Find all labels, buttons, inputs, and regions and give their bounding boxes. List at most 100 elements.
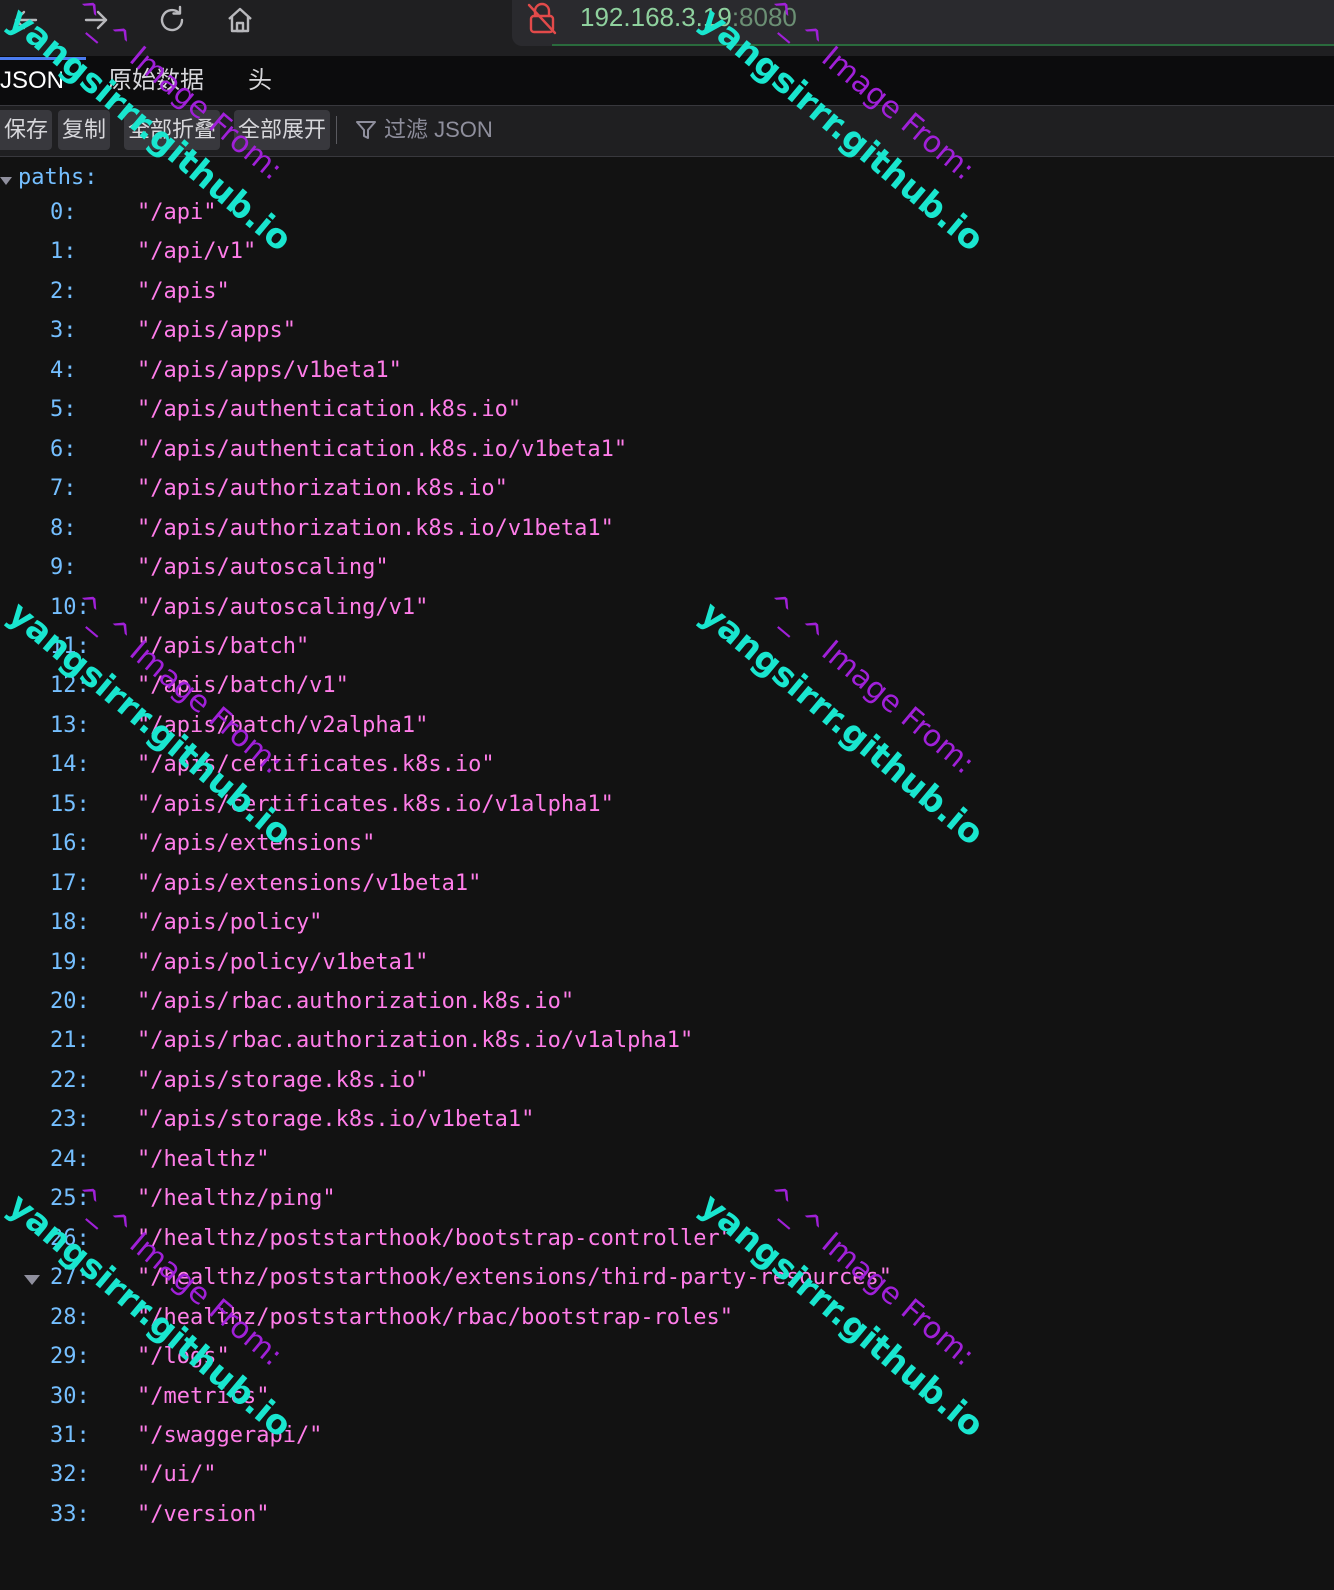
tree-row[interactable]: 1: "/api/v1"	[0, 237, 1334, 271]
tree-value: "/api"	[137, 200, 217, 225]
tree-value: "/metrics"	[137, 1383, 270, 1409]
tree-key: 18:	[50, 910, 90, 936]
tree-value: "/apis/authentication.k8s.io/v1beta1"	[137, 436, 628, 462]
tree-key: 3:	[50, 318, 77, 344]
tree-row[interactable]: 20: "/apis/rbac.authorization.k8s.io"	[0, 987, 1334, 1021]
tree-key: 1:	[50, 239, 77, 265]
tree-row[interactable]: 12: "/apis/batch/v1"	[0, 671, 1334, 705]
tree-value: "/logs"	[137, 1344, 230, 1370]
reload-icon	[160, 5, 184, 32]
tree-row[interactable]: 4: "/apis/apps/v1beta1"	[0, 356, 1334, 390]
save-button[interactable]: 保存	[0, 110, 53, 150]
tree-row[interactable]: 24: "/healthz"	[0, 1145, 1334, 1179]
tree-row[interactable]: 18: "/apis/policy"	[0, 908, 1334, 942]
address-bar[interactable]: 192.168.3.19:8080	[512, 0, 1334, 46]
tree-value: "/apis/authorization.k8s.io"	[137, 476, 508, 502]
tree-key: 16:	[50, 831, 90, 857]
forward-button[interactable]	[70, 0, 122, 40]
tree-row[interactable]: 10: "/apis/autoscaling/v1"	[0, 593, 1334, 627]
tree-key: 27:	[50, 1265, 90, 1291]
tree-key: 29:	[50, 1344, 90, 1370]
tree-key: 11:	[50, 633, 90, 659]
filter-json-input[interactable]	[384, 117, 984, 143]
tree-row[interactable]: 6: "/apis/authentication.k8s.io/v1beta1"	[0, 435, 1334, 469]
tree-value: "/apis/policy"	[137, 910, 323, 936]
tree-key: 15:	[50, 791, 90, 817]
tree-value: "/apis/certificates.k8s.io"	[137, 752, 495, 778]
expand-toggle-icon[interactable]	[0, 177, 12, 185]
tree-value: "/apis"	[137, 278, 230, 304]
tree-value: "/apis/storage.k8s.io/v1beta1"	[137, 1107, 535, 1133]
tree-row[interactable]: 19: "/apis/policy/v1beta1"	[0, 948, 1334, 982]
tree-value: "/apis/extensions/v1beta1"	[137, 870, 482, 896]
tree-row[interactable]: 29: "/logs"	[0, 1342, 1334, 1376]
tree-row[interactable]: 11: "/apis/batch"	[0, 632, 1334, 666]
tree-value: "/apis/certificates.k8s.io/v1alpha1"	[137, 791, 614, 817]
tree-row[interactable]: 15: "/apis/certificates.k8s.io/v1alpha1"	[0, 790, 1334, 824]
tree-row[interactable]: 16: "/apis/extensions"	[0, 829, 1334, 863]
tree-value: "/apis/authentication.k8s.io"	[137, 397, 522, 423]
tree-row[interactable]: 26: "/healthz/poststarthook/bootstrap-con…	[0, 1224, 1334, 1258]
expand-all-button[interactable]: 全部展开	[234, 110, 331, 150]
tree-value: "/healthz/ping"	[137, 1186, 336, 1212]
tree-key: 9:	[50, 555, 77, 581]
tree-row[interactable]: 17: "/apis/extensions/v1beta1"	[0, 869, 1334, 903]
viewer-tabs: JSON 原始数据 头	[0, 57, 1334, 106]
tree-row[interactable]: 28: "/healthz/poststarthook/rbac/bootstra…	[0, 1303, 1334, 1337]
browser-page: 192.168.3.19:8080 JSON 原始数据 头 保存 复制 全部折叠…	[0, 0, 1334, 1590]
tree-row[interactable]: 0: "/api"	[0, 198, 1334, 232]
tree-value: "/apis/apps/v1beta1"	[137, 357, 402, 383]
tree-key: 28:	[50, 1304, 90, 1330]
home-icon	[228, 7, 252, 33]
tree-row[interactable]: 2: "/apis"	[0, 277, 1334, 311]
tree-key: 25:	[50, 1186, 90, 1212]
tab-raw-data[interactable]: 原始数据	[108, 57, 204, 105]
tree-value: "/apis/extensions"	[137, 831, 376, 857]
tree-row[interactable]: 25: "/healthz/ping"	[0, 1184, 1334, 1218]
tree-value: "/swaggerapi/"	[137, 1422, 323, 1448]
tree-row[interactable]: 7: "/apis/authorization.k8s.io"	[0, 474, 1334, 508]
tree-key: 20:	[50, 989, 90, 1014]
tree-value: "/healthz/poststarthook/bootstrap-contro…	[137, 1225, 734, 1251]
tree-key: 2:	[50, 278, 77, 304]
reload-button[interactable]	[146, 0, 198, 40]
tree-key: 17:	[50, 870, 90, 896]
tree-row[interactable]: 23: "/apis/storage.k8s.io/v1beta1"	[0, 1105, 1334, 1139]
tree-key: 12:	[50, 673, 90, 699]
tree-row[interactable]: 22: "/apis/storage.k8s.io"	[0, 1066, 1334, 1100]
browser-toolbar: 192.168.3.19:8080	[0, 0, 1334, 57]
tree-key: 19:	[50, 949, 90, 975]
tree-key: 5:	[50, 397, 77, 423]
tree-row[interactable]: 8: "/apis/authorization.k8s.io/v1beta1"	[0, 514, 1334, 548]
back-button[interactable]	[0, 0, 52, 40]
tree-row[interactable]: 21: "/apis/rbac.authorization.k8s.io/v1al…	[0, 1026, 1334, 1060]
tree-row[interactable]: 5: "/apis/authentication.k8s.io"	[0, 395, 1334, 429]
tab-json[interactable]: JSON	[0, 57, 86, 105]
tree-key: 26:	[50, 1225, 90, 1251]
tree-row[interactable]: 14: "/apis/certificates.k8s.io"	[0, 750, 1334, 784]
insecure-lock-icon[interactable]	[526, 2, 558, 36]
tree-row[interactable]: 3: "/apis/apps"	[0, 316, 1334, 350]
url-host: 192.168.3.19	[580, 2, 732, 32]
tree-row[interactable]: 31: "/swaggerapi/"	[0, 1421, 1334, 1455]
filter-icon	[356, 121, 376, 139]
collapse-all-button[interactable]: 全部折叠	[124, 110, 221, 150]
url-text[interactable]: 192.168.3.19:8080	[580, 2, 797, 33]
tree-value: "/apis/storage.k8s.io"	[137, 1067, 429, 1093]
tree-value: "/healthz/poststarthook/extensions/third…	[137, 1265, 892, 1291]
tree-value: "/apis/batch"	[137, 633, 310, 659]
tree-row[interactable]: 27: "/healthz/poststarthook/extensions/th…	[0, 1263, 1334, 1297]
tree-key: 14:	[50, 752, 90, 778]
expand-toggle-icon[interactable]	[24, 1275, 40, 1286]
tree-row[interactable]: 9: "/apis/autoscaling"	[0, 553, 1334, 587]
tree-key: 7:	[50, 476, 77, 502]
tree-row[interactable]: 32: "/ui/"	[0, 1460, 1334, 1494]
filter-field[interactable]	[354, 110, 1254, 150]
tree-row[interactable]: 30: "/metrics"	[0, 1382, 1334, 1416]
page-load-indicator	[552, 44, 1334, 46]
tree-row[interactable]: 13: "/apis/batch/v2alpha1"	[0, 711, 1334, 745]
copy-button[interactable]: 复制	[58, 110, 111, 150]
tree-row[interactable]: 33: "/version"	[0, 1500, 1334, 1534]
tab-headers[interactable]: 头	[248, 57, 272, 105]
home-button[interactable]	[214, 0, 266, 40]
